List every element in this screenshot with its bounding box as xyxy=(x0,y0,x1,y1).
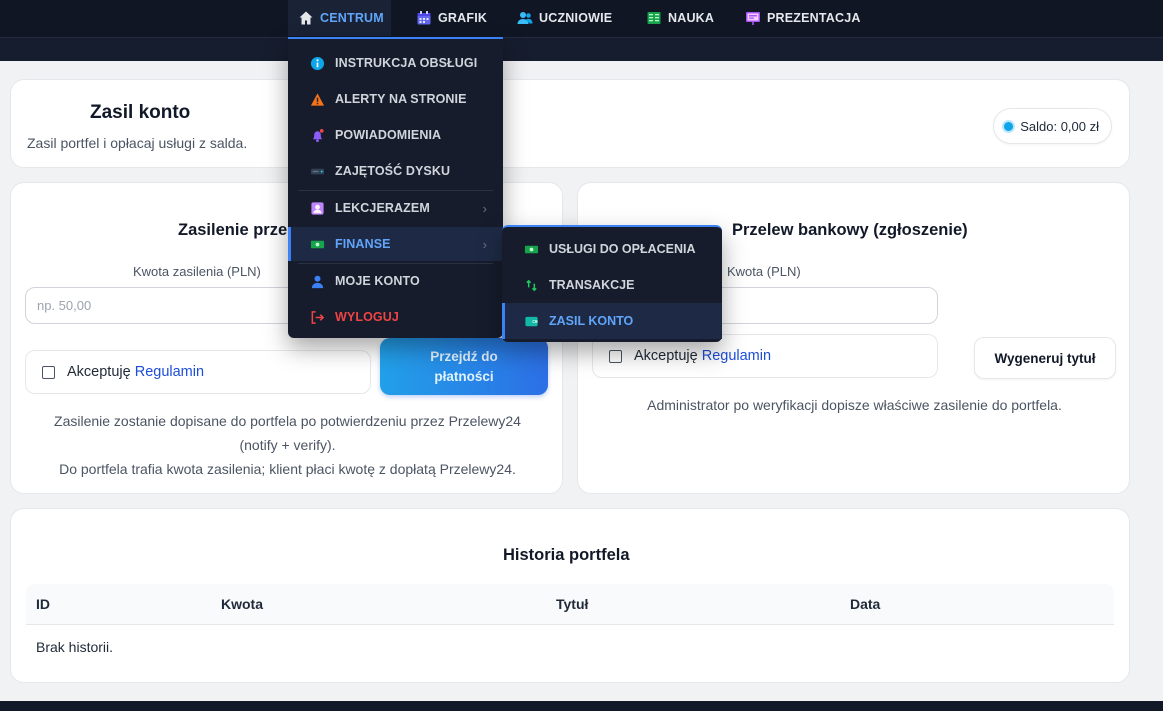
users-icon xyxy=(517,12,533,24)
online-note-line1: Zasilenie zostanie dopisane do portfela … xyxy=(54,413,521,429)
menu-label: ALERTY NA STRONIE xyxy=(335,92,467,106)
menu-label: FINANSE xyxy=(335,237,391,251)
nav-label: NAUKA xyxy=(668,11,715,25)
menu-item-wyloguj[interactable]: WYLOGUJ xyxy=(288,300,503,334)
submenu-item-uslugi[interactable]: USŁUGI DO OPŁACENIA xyxy=(502,231,722,267)
accept-terms-checkbox[interactable] xyxy=(42,365,55,379)
refresh-icon xyxy=(526,279,537,291)
online-note-line2: (notify + verify). xyxy=(239,437,336,453)
column-kwota: Kwota xyxy=(221,596,263,612)
status-dot-icon xyxy=(1004,121,1014,131)
nav-label: GRAFIK xyxy=(438,11,488,25)
menu-item-zajetosc-dysku[interactable]: ZAJĘTOŚĆ DYSKU xyxy=(288,154,503,188)
table-header: ID Kwota Tytuł Data xyxy=(26,584,1114,625)
nav-uczniowie[interactable]: UCZNIOWIE xyxy=(507,0,622,36)
menu-label: POWIADOMIENIA xyxy=(335,128,442,142)
transfer-terms-link[interactable]: Regulamin xyxy=(702,348,771,364)
accept-text: Akceptuję xyxy=(67,364,131,380)
menu-item-powiadomienia[interactable]: POWIADOMIENIA xyxy=(288,118,503,152)
generate-title-button[interactable]: Wygeneruj tytuł xyxy=(974,337,1116,379)
bank-transfer-title: Przelew bankowy (zgłoszenie) xyxy=(732,221,968,239)
column-data: Data xyxy=(850,596,881,612)
menu-item-instrukcja[interactable]: INSTRUKCJA OBSŁUGI xyxy=(288,46,503,80)
column-tytul: Tytuł xyxy=(556,596,589,612)
submenu-label: TRANSAKCJE xyxy=(549,278,635,292)
empty-history-text: Brak historii. xyxy=(36,639,114,655)
nav-prezentacja[interactable]: PREZENTACJA xyxy=(735,0,871,36)
online-note: Zasilenie zostanie dopisane do portfela … xyxy=(11,409,564,481)
finanse-submenu: USŁUGI DO OPŁACENIA TRANSAKCJE ZASIL KON… xyxy=(502,225,722,342)
menu-item-lekcjerazem[interactable]: LEKCJERAZEM › xyxy=(288,191,503,225)
submenu-label: USŁUGI DO OPŁACENIA xyxy=(549,242,696,256)
transfer-amount-label: Kwota (PLN) xyxy=(727,264,801,279)
nav-grafik[interactable]: GRAFIK xyxy=(406,0,497,36)
menu-item-finanse[interactable]: FINANSE › xyxy=(288,227,503,261)
bell-icon xyxy=(312,128,324,142)
balance-text: Saldo: 0,00 zł xyxy=(1020,118,1099,134)
nav-centrum[interactable]: CENTRUM xyxy=(288,0,391,36)
transfer-note: Administrator po weryfikacji dopisze wła… xyxy=(647,397,1062,413)
online-note-line3: Do portfela trafia kwota zasilenia; klie… xyxy=(59,461,516,477)
chevron-right-icon: › xyxy=(482,236,487,252)
money-icon xyxy=(310,240,325,248)
disk-icon xyxy=(310,168,325,174)
accept-terms-row: Akceptuję Regulamin xyxy=(25,350,371,394)
column-id: ID xyxy=(36,596,50,612)
amount-label: Kwota zasilenia (PLN) xyxy=(133,264,261,279)
chevron-right-icon: › xyxy=(482,200,487,216)
menu-label: MOJE KONTO xyxy=(335,274,420,288)
calendar-icon xyxy=(417,11,431,25)
transfer-accept-text: Akceptuję xyxy=(634,348,698,364)
amount-input[interactable]: np. 50,00 xyxy=(25,287,315,324)
menu-label: INSTRUKCJA OBSŁUGI xyxy=(335,56,478,70)
history-card: Historia portfela ID Kwota Tytuł Data Br… xyxy=(10,508,1130,683)
bottom-bar xyxy=(0,701,1163,711)
nav-label: CENTRUM xyxy=(320,11,384,25)
menu-label: ZAJĘTOŚĆ DYSKU xyxy=(335,164,451,178)
submenu-item-transakcje[interactable]: TRANSAKCJE xyxy=(502,267,722,303)
balance-badge: Saldo: 0,00 zł xyxy=(993,108,1112,144)
online-topup-title: Zasilenie prze xyxy=(178,221,288,239)
submenu-item-zasil-konto[interactable]: ZASIL KONTO xyxy=(502,303,722,339)
nav-label: UCZNIOWIE xyxy=(539,11,613,25)
header-card: Zasil konto Zasil portfel i opłacaj usłu… xyxy=(10,79,1130,168)
navbar-strip xyxy=(0,37,1163,61)
page-content: Zasil konto Zasil portfel i opłacaj usłu… xyxy=(0,61,1163,701)
history-title: Historia portfela xyxy=(503,546,630,564)
portrait-icon xyxy=(311,201,324,215)
submenu-label: ZASIL KONTO xyxy=(549,314,634,328)
page-subtitle: Zasil portfel i opłacaj usługi z salda. xyxy=(27,135,248,151)
amount-placeholder: np. 50,00 xyxy=(37,298,92,313)
top-navbar: CENTRUM GRAFIK UCZNIOWIE NAUKA PREZENTAC… xyxy=(0,0,1163,61)
pay-button[interactable]: Przejdź do płatności xyxy=(380,338,548,395)
presentation-icon xyxy=(746,12,760,25)
menu-label: WYLOGUJ xyxy=(335,310,399,324)
wallet-icon xyxy=(525,316,538,326)
warning-icon xyxy=(310,92,325,106)
home-icon xyxy=(299,11,313,25)
menu-label: LEKCJERAZEM xyxy=(335,201,430,215)
logout-icon xyxy=(311,310,325,324)
info-icon xyxy=(310,56,325,70)
book-icon xyxy=(647,12,661,24)
page-title: Zasil konto xyxy=(90,102,191,123)
menu-item-moje-konto[interactable]: MOJE KONTO xyxy=(288,264,503,298)
menu-item-alerty[interactable]: ALERTY NA STRONIE xyxy=(288,82,503,116)
money-icon xyxy=(524,245,539,253)
transfer-accept-checkbox[interactable] xyxy=(609,349,622,363)
user-icon xyxy=(311,275,324,288)
nav-nauka[interactable]: NAUKA xyxy=(636,0,724,36)
nav-label: PREZENTACJA xyxy=(767,11,861,25)
terms-link[interactable]: Regulamin xyxy=(135,364,204,380)
centrum-dropdown: INSTRUKCJA OBSŁUGI ALERTY NA STRONIE POW… xyxy=(288,37,503,338)
